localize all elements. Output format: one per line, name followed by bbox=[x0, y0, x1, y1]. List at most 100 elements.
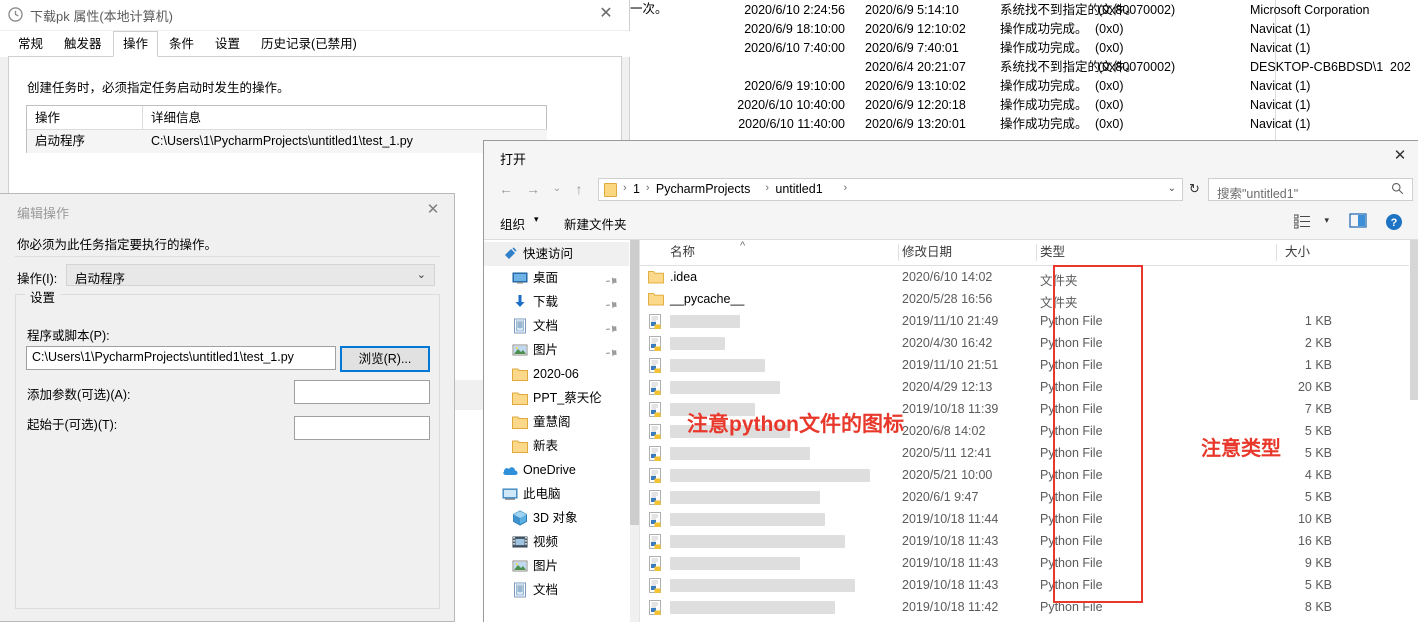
breadcrumb-item-0[interactable]: 1 bbox=[633, 182, 640, 196]
column-divider[interactable] bbox=[1276, 244, 1277, 261]
chevron-down-icon[interactable]: ▾ bbox=[1324, 215, 1329, 226]
column-divider[interactable] bbox=[1036, 244, 1037, 261]
file-row[interactable]: 2019/11/10 21:49 Python File 1 KB bbox=[640, 311, 1418, 333]
sidebar-item-5[interactable]: 2020-06 bbox=[484, 362, 629, 386]
sidebar-item-1[interactable]: 桌面 bbox=[484, 266, 629, 290]
history-row[interactable]: 2020/6/10 10:40:00 2020/6/9 12:20:18 操作成功完… bbox=[630, 96, 1418, 115]
new-folder-button[interactable]: 新建文件夹 bbox=[564, 214, 627, 233]
close-icon[interactable]: ✕ bbox=[420, 198, 446, 222]
tab-2[interactable]: 操作 bbox=[113, 31, 159, 57]
actions-table[interactable]: 操作 详细信息 启动程序 C:\Users\1\PycharmProjects\… bbox=[26, 105, 547, 153]
history-cell: Microsoft Corporation bbox=[1250, 3, 1370, 17]
python-file-icon bbox=[648, 468, 664, 484]
preview-pane-icon[interactable] bbox=[1349, 213, 1367, 232]
column-header-type[interactable]: 类型 bbox=[1040, 240, 1065, 265]
file-list-scrollbar-thumb[interactable] bbox=[1410, 240, 1418, 400]
tab-0[interactable]: 常规 bbox=[8, 31, 53, 57]
breadcrumb-item-2[interactable]: untitled1 bbox=[775, 182, 822, 196]
address-bar[interactable]: › 1 › PycharmProjects › untitled1 › ⌄ bbox=[598, 178, 1183, 201]
file-row[interactable]: .idea 2020/6/10 14:02 文件夹 bbox=[640, 267, 1418, 289]
tab-3[interactable]: 条件 bbox=[159, 31, 204, 57]
actions-row-action[interactable]: 启动程序 bbox=[27, 130, 143, 153]
breadcrumb-item-1[interactable]: PycharmProjects bbox=[656, 182, 750, 196]
tab-5[interactable]: 历史记录(已禁用) bbox=[251, 31, 367, 57]
tab-4[interactable]: 设置 bbox=[205, 31, 250, 57]
column-header-date[interactable]: 修改日期 bbox=[902, 240, 952, 265]
tab-1[interactable]: 触发器 bbox=[54, 31, 112, 57]
up-button[interactable]: ↑ bbox=[569, 179, 589, 199]
start-in-input[interactable] bbox=[294, 416, 430, 440]
history-row[interactable]: 2020/6/4 20:21:07 系统找不到指定的文件。 (0x80070002)… bbox=[630, 58, 1418, 77]
history-row[interactable]: 2020/6/10 2:24:56 2020/6/9 5:14:10 系统找不到指定… bbox=[630, 1, 1418, 20]
history-cell: 2020/6/10 7:40:00 bbox=[744, 41, 845, 55]
forward-button[interactable]: → bbox=[523, 179, 543, 199]
file-modified-date: 2020/5/11 12:41 bbox=[902, 446, 992, 460]
sidebar-item-4[interactable]: 图片 bbox=[484, 338, 629, 362]
redacted-file-name bbox=[670, 447, 810, 460]
history-row[interactable]: 2020/6/10 7:40:00 2020/6/9 7:40:01 操作成功完成。… bbox=[630, 39, 1418, 58]
sidebar-item-10[interactable]: 此电脑 bbox=[484, 482, 629, 506]
file-row[interactable]: 2019/10/18 11:43 Python File 16 KB bbox=[640, 531, 1418, 553]
folder-icon bbox=[512, 366, 528, 382]
document-icon bbox=[512, 582, 528, 598]
python-file-icon bbox=[648, 578, 664, 594]
program-input[interactable]: C:\Users\1\PycharmProjects\untitled1\tes… bbox=[26, 346, 336, 370]
history-row[interactable]: 2020/6/9 18:10:00 2020/6/9 12:10:02 操作成功完成… bbox=[630, 20, 1418, 39]
view-list-icon[interactable] bbox=[1293, 213, 1312, 232]
file-name: .idea bbox=[670, 270, 698, 284]
recent-locations-button[interactable]: ⌄ bbox=[547, 179, 567, 199]
chevron-down-icon[interactable]: ⌄ bbox=[1168, 183, 1176, 194]
navigation-sidebar[interactable]: 快速访问 桌面 下载 文档 图片 2020-06 PPT_蔡天伦 童慧阁 新表 OneDrive 此… bbox=[484, 240, 629, 622]
file-row[interactable]: 2020/5/11 12:41 Python File 5 KB bbox=[640, 443, 1418, 465]
column-divider[interactable] bbox=[898, 244, 899, 261]
sidebar-item-11[interactable]: 3D 对象 bbox=[484, 506, 629, 530]
file-modified-date: 2019/10/18 11:44 bbox=[902, 512, 999, 526]
sidebar-item-label: 文档 bbox=[533, 583, 559, 597]
sidebar-item-7[interactable]: 童慧阁 bbox=[484, 410, 629, 434]
open-dialog-title-bar: 打开 ✕ bbox=[484, 141, 1418, 173]
sidebar-item-8[interactable]: 新表 bbox=[484, 434, 629, 458]
sidebar-item-12[interactable]: 视频 bbox=[484, 530, 629, 554]
sidebar-scrollbar-thumb[interactable] bbox=[630, 240, 639, 525]
browse-button[interactable]: 浏览(R)... bbox=[340, 346, 430, 372]
search-input[interactable]: 搜索"untitled1" bbox=[1208, 178, 1413, 201]
file-row[interactable]: 2019/10/18 11:43 Python File 5 KB bbox=[640, 575, 1418, 597]
file-row[interactable]: 2020/4/30 16:42 Python File 2 KB bbox=[640, 333, 1418, 355]
history-cell: 2020/6/9 5:14:10 bbox=[865, 3, 959, 17]
file-row[interactable]: 2020/4/29 12:13 Python File 20 KB bbox=[640, 377, 1418, 399]
sidebar-item-13[interactable]: 图片 bbox=[484, 554, 629, 578]
file-row[interactable]: __pycache__ 2020/5/28 16:56 文件夹 bbox=[640, 289, 1418, 311]
sidebar-item-2[interactable]: 下载 bbox=[484, 290, 629, 314]
close-icon[interactable]: ✕ bbox=[1386, 143, 1414, 169]
file-row[interactable]: 2019/10/18 11:43 Python File 9 KB bbox=[640, 553, 1418, 575]
breadcrumb-separator: › bbox=[645, 182, 650, 194]
close-icon[interactable]: ✕ bbox=[593, 2, 619, 26]
file-row[interactable]: 2019/10/18 11:42 Python File 8 KB bbox=[640, 597, 1418, 619]
organize-button[interactable]: 组织 bbox=[500, 214, 525, 233]
file-row[interactable]: 2020/6/1 9:47 Python File 5 KB bbox=[640, 487, 1418, 509]
sidebar-item-3[interactable]: 文档 bbox=[484, 314, 629, 338]
operation-select[interactable]: 启动程序 ⌄ bbox=[66, 264, 435, 286]
history-row[interactable]: 2020/6/9 19:10:00 2020/6/9 13:10:02 操作成功完成… bbox=[630, 77, 1418, 96]
history-row[interactable]: 2020/6/10 11:40:00 2020/6/9 13:20:01 操作成功完… bbox=[630, 115, 1418, 134]
arguments-input[interactable] bbox=[294, 380, 430, 404]
column-header-size[interactable]: 大小 bbox=[1285, 240, 1310, 265]
file-row[interactable]: 2019/11/10 21:51 Python File 1 KB bbox=[640, 355, 1418, 377]
refresh-icon[interactable]: ↻ bbox=[1189, 181, 1200, 197]
file-modified-date: 2020/5/21 10:00 bbox=[902, 468, 993, 482]
chevron-down-icon[interactable]: ▾ bbox=[534, 214, 539, 225]
column-header-name[interactable]: 名称 bbox=[670, 240, 695, 265]
back-button[interactable]: ← bbox=[496, 179, 516, 199]
sidebar-item-6[interactable]: PPT_蔡天伦 bbox=[484, 386, 629, 410]
sidebar-item-0[interactable]: 快速访问 bbox=[484, 242, 629, 266]
sidebar-item-9[interactable]: OneDrive bbox=[484, 458, 629, 482]
file-row[interactable]: 2019/10/18 11:44 Python File 10 KB bbox=[640, 509, 1418, 531]
actions-column-header-details[interactable]: 详细信息 bbox=[143, 106, 547, 130]
sidebar-item-label: PPT_蔡天伦 bbox=[533, 391, 602, 405]
actions-column-header-action[interactable]: 操作 bbox=[27, 106, 143, 130]
sidebar-item-14[interactable]: 文档 bbox=[484, 578, 629, 602]
help-icon[interactable]: ? bbox=[1385, 213, 1403, 234]
picture-icon bbox=[512, 342, 528, 358]
history-cell: 2020/6/9 12:20:18 bbox=[865, 98, 966, 112]
file-row[interactable]: 2020/5/21 10:00 Python File 4 KB bbox=[640, 465, 1418, 487]
